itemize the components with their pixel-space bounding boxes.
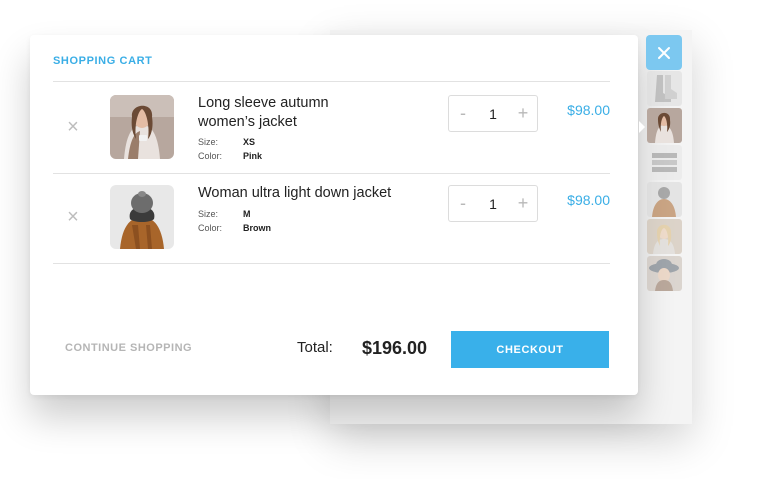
divider xyxy=(53,81,610,82)
thumbnail-sweater[interactable] xyxy=(647,145,682,180)
total-value: $196.00 xyxy=(362,338,428,358)
close-button[interactable] xyxy=(646,35,682,70)
cart-item: × Long sleeve autumn women’s jacket Size… xyxy=(53,83,610,173)
thumbnail-down-jacket[interactable] xyxy=(647,182,682,217)
product-name[interactable]: Long sleeve autumn women’s jacket xyxy=(198,94,368,132)
increase-quantity-button[interactable]: + xyxy=(509,103,537,124)
thumbnail-hat[interactable] xyxy=(647,256,682,291)
decrease-quantity-button[interactable]: - xyxy=(449,193,477,214)
quantity-value[interactable]: 1 xyxy=(489,106,497,122)
quantity-value[interactable]: 1 xyxy=(489,196,497,212)
checkout-button[interactable]: CHECKOUT xyxy=(451,331,609,368)
product-image xyxy=(110,185,174,249)
size-label: Size: xyxy=(198,137,219,147)
active-indicator xyxy=(639,121,645,133)
thumbnail-blonde-woman[interactable] xyxy=(647,219,682,254)
size-value: XS xyxy=(243,137,256,147)
thumbnail-autumn-jacket[interactable] xyxy=(647,108,682,143)
quantity-stepper: - 1 + xyxy=(448,185,538,222)
decrease-quantity-button[interactable]: - xyxy=(449,103,477,124)
increase-quantity-button[interactable]: + xyxy=(509,193,537,214)
divider xyxy=(53,263,610,264)
color-value: Pink xyxy=(243,151,263,161)
size-value: M xyxy=(243,209,251,219)
continue-shopping-link[interactable]: CONTINUE SHOPPING xyxy=(65,342,192,354)
color-label: Color: xyxy=(198,223,223,233)
quantity-stepper: - 1 + xyxy=(448,95,538,132)
remove-item-icon[interactable]: × xyxy=(65,117,81,137)
cart-title: SHOPPING CART xyxy=(53,55,153,67)
cart-item: × Woman ultra light down jacket Size: M … xyxy=(53,173,610,263)
color-value: Brown xyxy=(243,223,271,233)
product-name[interactable]: Woman ultra light down jacket xyxy=(198,184,428,203)
product-image xyxy=(110,95,174,159)
size-label: Size: xyxy=(198,209,219,219)
product-attributes: Size: M Color: Brown xyxy=(198,207,271,235)
total-label: Total: xyxy=(297,339,333,356)
item-price: $98.00 xyxy=(567,192,610,208)
item-price: $98.00 xyxy=(567,102,610,118)
color-label: Color: xyxy=(198,151,223,161)
remove-item-icon[interactable]: × xyxy=(65,207,81,227)
product-attributes: Size: XS Color: Pink xyxy=(198,135,262,163)
thumbnail-sneakers[interactable] xyxy=(647,71,682,106)
close-icon xyxy=(658,46,670,59)
shopping-cart-modal: SHOPPING CART × Long sleeve autumn women… xyxy=(30,35,638,395)
